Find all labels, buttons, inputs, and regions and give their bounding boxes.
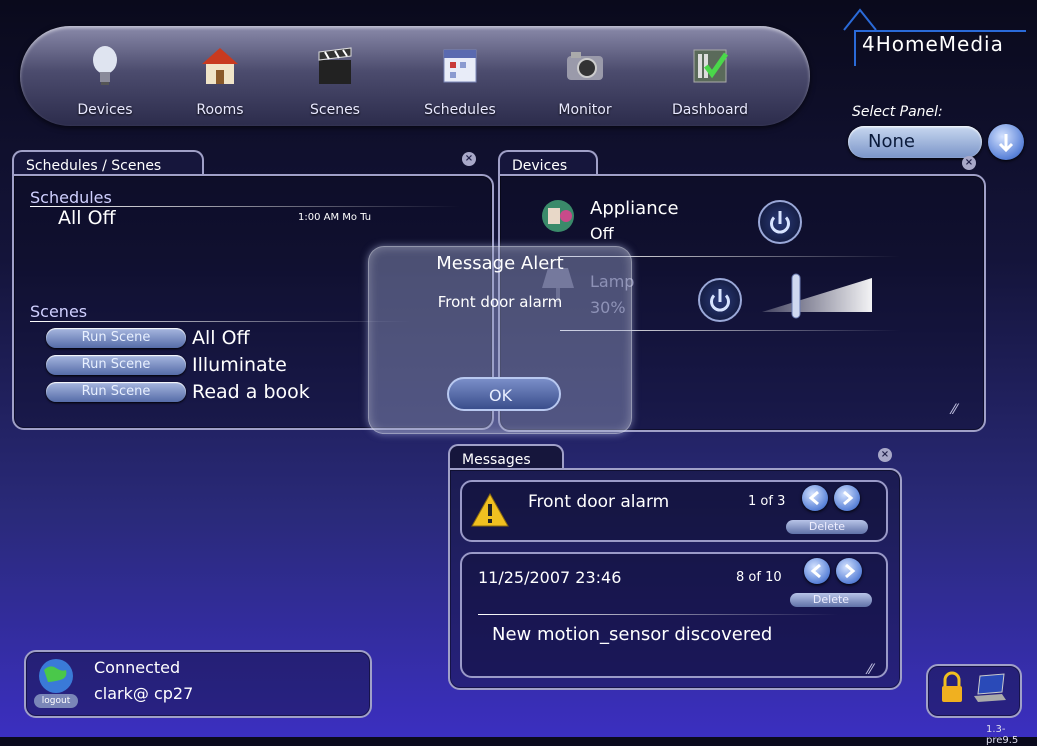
- schedule-name: All Off: [58, 207, 116, 229]
- calendar-icon: [443, 49, 477, 83]
- scene-name: Read a book: [192, 381, 310, 403]
- scene-name: Illuminate: [192, 354, 287, 376]
- nav-schedules[interactable]: Schedules: [405, 44, 515, 118]
- previous-message-button[interactable]: [802, 485, 828, 511]
- appliance-icon: [542, 200, 574, 232]
- arrow-right-icon: [843, 490, 854, 506]
- camera-icon: [567, 52, 603, 80]
- arrow-right-icon: [845, 563, 856, 579]
- panel-dropdown-button[interactable]: [988, 124, 1024, 160]
- scene-name: All Off: [192, 327, 250, 349]
- schedule-time: 1:00 AM Mo Tu: [298, 212, 372, 223]
- message-timestamp: 11/25/2007 23:46: [478, 568, 622, 587]
- dashboard-icon: [693, 49, 729, 83]
- nav-label: Devices: [77, 102, 133, 118]
- nav-label: Scenes: [310, 102, 360, 118]
- nav-label: Monitor: [558, 102, 612, 118]
- tab-devices[interactable]: Devices: [498, 150, 598, 176]
- delete-message-button[interactable]: Delete: [786, 520, 868, 534]
- warning-icon: [471, 492, 509, 527]
- lock-icon[interactable]: [938, 670, 966, 706]
- message-body: New motion_sensor discovered: [492, 624, 773, 645]
- resize-handle-icon[interactable]: ⁄⁄: [868, 662, 873, 678]
- device-state: Off: [590, 224, 614, 243]
- arrow-left-icon: [810, 563, 821, 579]
- logout-button[interactable]: logout: [34, 694, 78, 708]
- power-toggle-button[interactable]: [758, 200, 802, 244]
- nav-rooms[interactable]: Rooms: [165, 44, 275, 118]
- roof-icon: [843, 8, 877, 31]
- run-scene-button[interactable]: Run Scene: [46, 328, 186, 348]
- brand-logo: 4HomeMedia: [842, 6, 1032, 66]
- next-message-button[interactable]: [836, 558, 862, 584]
- main-nav-bar: Devices Rooms Scenes Schedules Monitor D…: [20, 26, 810, 126]
- connection-status-box: [24, 650, 372, 718]
- arrow-left-icon: [808, 490, 819, 506]
- scenes-heading: Scenes: [30, 302, 88, 321]
- tab-messages[interactable]: Messages: [448, 444, 564, 470]
- message-counter: 8 of 10: [736, 570, 782, 585]
- nav-scenes[interactable]: Scenes: [280, 44, 390, 118]
- resize-handle-icon[interactable]: ⁄⁄: [952, 402, 957, 418]
- power-toggle-button[interactable]: [698, 278, 742, 322]
- arrow-down-icon: [998, 134, 1014, 153]
- nav-label: Dashboard: [672, 102, 748, 118]
- divider: [30, 321, 410, 322]
- lightbulb-icon: [93, 46, 117, 85]
- alert-text: Front door alarm: [437, 293, 563, 311]
- device-name: Appliance: [590, 198, 679, 219]
- ok-button[interactable]: OK: [447, 377, 561, 411]
- nav-devices[interactable]: Devices: [50, 44, 160, 118]
- panel-select[interactable]: None: [848, 126, 982, 158]
- alert-title: Message Alert: [436, 253, 564, 274]
- previous-message-button[interactable]: [804, 558, 830, 584]
- nav-dashboard[interactable]: Dashboard: [655, 44, 765, 118]
- clapperboard-icon: [318, 47, 352, 84]
- house-icon: [202, 48, 238, 84]
- delete-message-button[interactable]: Delete: [790, 593, 872, 607]
- user-host: clark@ cp27: [94, 684, 194, 703]
- dimmer-slider[interactable]: [760, 272, 876, 320]
- laptop-icon[interactable]: [972, 672, 1008, 704]
- next-message-button[interactable]: [834, 485, 860, 511]
- logo-text: 4HomeMedia: [862, 32, 1004, 56]
- tab-schedules-scenes[interactable]: Schedules / Scenes: [12, 150, 204, 176]
- close-icon[interactable]: ×: [462, 152, 476, 166]
- message-alert-dialog: Message Alert Front door alarm OK: [368, 246, 632, 434]
- version-label: 1.3-pre9.5: [986, 724, 1019, 746]
- nav-label: Rooms: [196, 102, 244, 118]
- nav-monitor[interactable]: Monitor: [530, 44, 640, 118]
- message-counter: 1 of 3: [748, 494, 786, 509]
- run-scene-button[interactable]: Run Scene: [46, 355, 186, 375]
- connection-state: Connected: [94, 658, 181, 677]
- close-icon[interactable]: ×: [962, 156, 976, 170]
- select-panel-label: Select Panel:: [852, 104, 943, 120]
- close-icon[interactable]: ×: [878, 448, 892, 462]
- divider: [478, 614, 838, 615]
- nav-label: Schedules: [424, 102, 496, 118]
- globe-icon: [39, 659, 73, 693]
- message-text: Front door alarm: [528, 492, 670, 512]
- schedules-heading: Schedules: [30, 188, 112, 207]
- run-scene-button[interactable]: Run Scene: [46, 382, 186, 402]
